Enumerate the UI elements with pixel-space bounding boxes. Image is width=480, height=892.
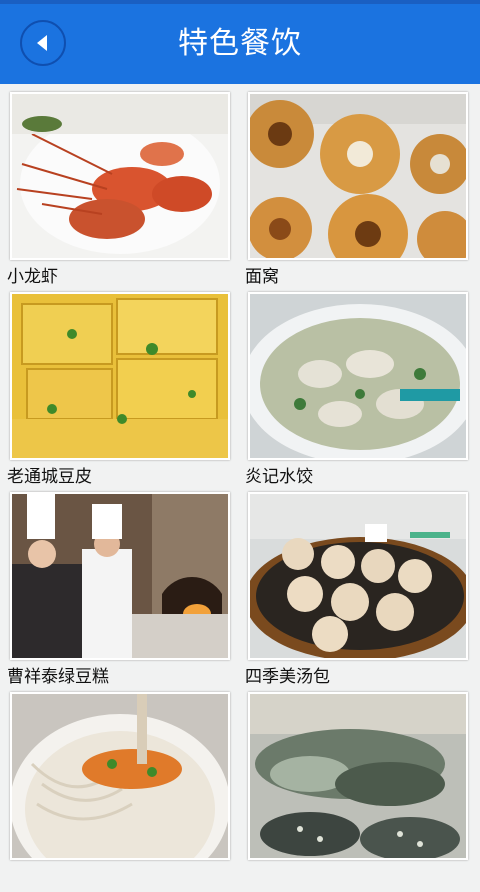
food-label: 面窝 xyxy=(245,267,279,287)
food-card-dumplings[interactable]: 炎记水饺 xyxy=(245,292,468,492)
food-card-soup-buns[interactable]: 四季美汤包 xyxy=(245,492,468,692)
food-label: 老通城豆皮 xyxy=(7,467,92,487)
food-image-dumplings xyxy=(248,292,468,460)
food-grid: 小龙虾 面窝 老通城豆皮 炎记水饺 曹祥泰绿豆糕 四季美汤包 xyxy=(0,84,480,860)
food-card-fish[interactable] xyxy=(248,692,468,892)
food-image-mianwo xyxy=(248,92,468,260)
food-image-noodles xyxy=(10,692,230,860)
back-button[interactable] xyxy=(20,20,66,66)
food-card-mungbean-cake[interactable]: 曹祥泰绿豆糕 xyxy=(7,492,230,692)
food-label: 曹祥泰绿豆糕 xyxy=(7,667,109,687)
page-title: 特色餐饮 xyxy=(178,26,302,61)
food-card-mianwo[interactable]: 面窝 xyxy=(245,92,468,292)
food-image-soup-buns xyxy=(248,492,468,660)
food-label: 四季美汤包 xyxy=(245,667,330,687)
food-card-crayfish[interactable]: 小龙虾 xyxy=(7,92,230,292)
food-label: 炎记水饺 xyxy=(245,467,313,487)
food-image-fish xyxy=(248,692,468,860)
food-image-doupi xyxy=(10,292,230,460)
food-label: 小龙虾 xyxy=(7,267,58,287)
food-image-mungbean-cake xyxy=(10,492,230,660)
food-image-crayfish xyxy=(10,92,230,260)
app-header: 特色餐饮 xyxy=(0,4,480,84)
food-card-noodles[interactable] xyxy=(10,692,230,892)
food-card-doupi[interactable]: 老通城豆皮 xyxy=(7,292,230,492)
back-arrow-icon xyxy=(37,35,47,51)
